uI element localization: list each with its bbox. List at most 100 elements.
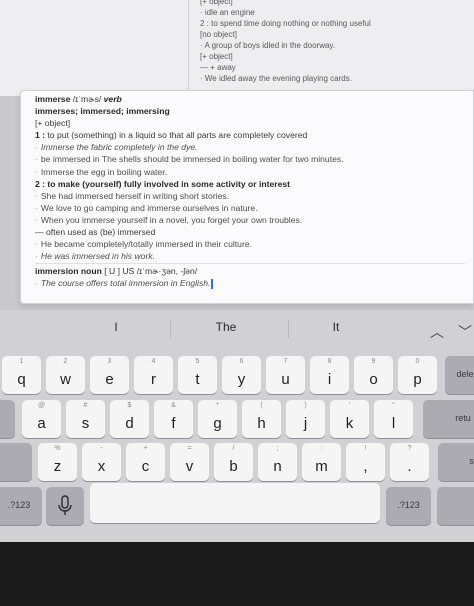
example: · He was immersed in his work. <box>35 251 156 262</box>
chevron-down-icon[interactable]: ﹀ <box>458 322 472 342</box>
key-g[interactable]: * g <box>198 400 237 438</box>
key-z[interactable]: % z <box>38 443 77 481</box>
device-bezel <box>0 542 474 606</box>
key-secondary-symbol: 6 <box>239 358 244 365</box>
prediction-divider <box>288 320 289 338</box>
key-character: q <box>17 371 26 388</box>
document-line: 2 : to spend time doing nothing or nothi… <box>200 18 470 29</box>
key-q[interactable]: 1q <box>2 356 41 394</box>
key-secondary-symbol: - <box>100 445 103 452</box>
prediction-2[interactable]: The <box>196 320 256 334</box>
key-o[interactable]: 9o <box>354 356 393 394</box>
screen: { "document": { "lines": [ {"text": "[+ … <box>0 0 474 606</box>
numbers-key-left[interactable]: .?123 <box>0 487 42 525</box>
prediction-3[interactable]: It <box>306 320 366 334</box>
document-line: · A group of boys idled in the doorway. <box>200 40 470 51</box>
key-s[interactable]: # s <box>66 400 105 438</box>
chevron-up-icon[interactable]: ︿ <box>430 322 444 342</box>
key-i[interactable]: 8i <box>310 356 349 394</box>
key-character: k <box>345 415 354 432</box>
document-line-text: [+ object] <box>200 0 233 6</box>
numbers-key-right[interactable]: .?123 <box>386 487 431 525</box>
key-secondary-symbol: 4 <box>151 358 156 365</box>
key-c[interactable]: + c <box>126 443 165 481</box>
shift-key-right[interactable]: sł <box>438 443 474 481</box>
key-character: l <box>391 415 396 432</box>
noun-entry: immersion noun [ U ] US /ɪˈmɚ·ʒən, -ʃən/ <box>35 263 465 277</box>
key-x[interactable]: -x <box>82 443 121 481</box>
key-character: s <box>81 415 90 432</box>
key-t[interactable]: 5t <box>178 356 217 394</box>
predictive-bar: I The It ︿ ﹀ <box>0 310 474 346</box>
key-d[interactable]: $ d <box>110 400 149 438</box>
hide-keyboard-key[interactable] <box>437 487 474 525</box>
example-being-typed[interactable]: · The course offers total immersion in En… <box>35 277 465 290</box>
document-line: · We idled away the evening playing card… <box>200 73 470 84</box>
key-character: a <box>37 415 46 432</box>
example: · Immerse the egg in boiling water. <box>35 166 167 177</box>
example: · He became completely/totally immersed i… <box>35 239 252 250</box>
key-a[interactable]: @ a <box>22 400 61 438</box>
key-character: p <box>413 371 422 388</box>
key-r[interactable]: 4r <box>134 356 173 394</box>
key-k[interactable]: ' k <box>330 400 369 438</box>
key-character: w <box>60 371 71 388</box>
key-u[interactable]: 7u <box>266 356 305 394</box>
key-secondary-symbol: 9 <box>371 358 376 365</box>
sense-1: 1 : to put (something) in a liquid so th… <box>35 129 465 141</box>
shift-key-left[interactable] <box>0 443 32 481</box>
key-character: m <box>315 458 328 475</box>
key-secondary-symbol: / <box>232 445 235 452</box>
key-secondary-symbol: * <box>216 402 219 409</box>
example: · She had immersed herself in writing sho… <box>35 190 230 201</box>
key-character: o <box>369 371 378 388</box>
key-secondary-symbol: 3 <box>107 358 112 365</box>
key-character: i <box>327 371 332 388</box>
key-secondary-symbol: ; <box>276 445 279 452</box>
key-secondary-symbol: 5 <box>195 358 200 365</box>
example: · Immerse the fabric completely in the dy… <box>35 142 198 153</box>
dictionary-popover[interactable]: immerse /ɪˈmɚs/ verb immerses; immersed;… <box>20 90 474 304</box>
key-w[interactable]: 2w <box>46 356 85 394</box>
prediction-1[interactable]: I <box>86 320 146 334</box>
example: · We love to go camping and immerse ourse… <box>35 202 258 213</box>
key-secondary-symbol: ! <box>364 445 367 452</box>
key-l[interactable]: " l <box>374 400 413 438</box>
key-secondary-symbol: 1 <box>19 358 24 365</box>
key-character: v <box>185 458 194 475</box>
key-secondary-symbol: $ <box>127 402 132 409</box>
dictation-key[interactable] <box>46 487 84 525</box>
key-period[interactable]: ?. <box>390 443 429 481</box>
key-character: t <box>195 371 200 388</box>
delete-key[interactable]: dele <box>445 356 474 394</box>
tab-key[interactable] <box>0 400 15 438</box>
key-secondary-symbol: & <box>171 402 176 409</box>
space-bar[interactable] <box>90 483 380 523</box>
key-character: h <box>257 415 266 432</box>
key-e[interactable]: 3e <box>90 356 129 394</box>
key-secondary-symbol: ? <box>407 445 412 452</box>
pronunciation: /ɪˈmɚs/ <box>72 94 102 104</box>
noun-info: [ U ] US /ɪˈmɚ·ʒən, -ʃən/ <box>104 266 198 277</box>
document-line: · idle an engine <box>200 7 470 18</box>
key-j[interactable]: ) j <box>286 400 325 438</box>
key-v[interactable]: = v <box>170 443 209 481</box>
key-secondary-symbol: % <box>54 445 61 452</box>
key-p[interactable]: 0p <box>398 356 437 394</box>
key-secondary-symbol: # <box>83 402 88 409</box>
return-key[interactable]: retu <box>423 400 474 438</box>
document-line: — + away <box>200 62 470 73</box>
key-character: n <box>273 458 282 475</box>
key-m[interactable]: :m <box>302 443 341 481</box>
key-y[interactable]: 6y <box>222 356 261 394</box>
key-character: x <box>97 458 106 475</box>
key-secondary-symbol: 0 <box>415 358 420 365</box>
key-n[interactable]: ; n <box>258 443 297 481</box>
key-comma[interactable]: !, <box>346 443 385 481</box>
key-f[interactable]: & f <box>154 400 193 438</box>
key-b[interactable]: / b <box>214 443 253 481</box>
document-line-text: [no object] <box>200 30 237 39</box>
key-character: c <box>141 458 150 475</box>
inflections: immerses; immersed; immersing <box>35 106 170 117</box>
key-h[interactable]: (h <box>242 400 281 438</box>
